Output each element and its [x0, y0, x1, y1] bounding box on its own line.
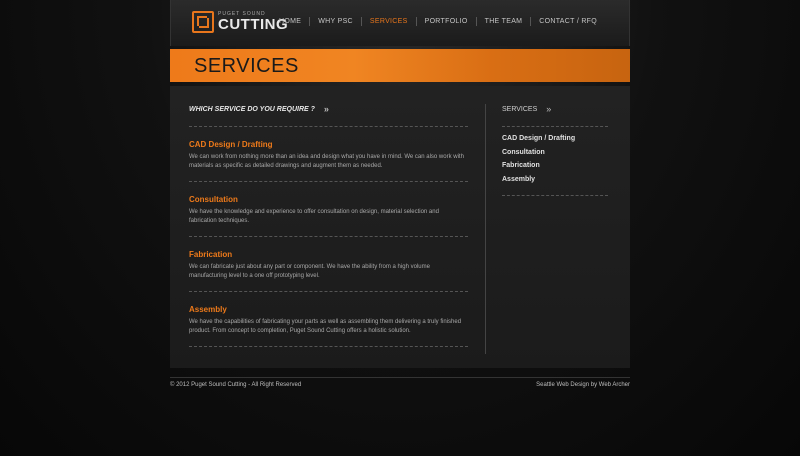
sidebar-item-cad-design[interactable]: CAD Design / Drafting [502, 135, 608, 149]
sidebar-item-fabrication[interactable]: Fabrication [502, 162, 608, 176]
sidebar-item-assembly[interactable]: Assembly [502, 176, 608, 190]
footer-credit-link[interactable]: Seattle Web Design by Web Archer [536, 382, 630, 388]
double-chevron-icon: » [546, 104, 552, 114]
nav-services[interactable]: SERVICES [360, 17, 416, 26]
content-panel: WHICH SERVICE DO YOU REQUIRE ? » CAD Des… [170, 86, 630, 368]
divider [502, 195, 608, 196]
nav-contact-rfq[interactable]: CONTACT / RFQ [530, 17, 605, 26]
service-description: We have the capabilities of fabricating … [189, 319, 462, 334]
sidebar: SERVICES » CAD Design / Drafting Consult… [502, 104, 608, 196]
service-description: We have the knowledge and experience to … [189, 209, 439, 224]
sidebar-item-consultation[interactable]: Consultation [502, 149, 608, 163]
service-title: Consultation [189, 195, 238, 204]
footer-divider [170, 377, 630, 378]
nav-why-psc[interactable]: WHY PSC [309, 17, 361, 26]
service-title: Fabrication [189, 250, 233, 259]
divider [189, 346, 468, 347]
service-title: CAD Design / Drafting [189, 140, 273, 149]
logo-mark-icon [192, 11, 214, 33]
page-title: SERVICES [194, 55, 299, 77]
sidebar-list: CAD Design / Drafting Consultation Fabri… [502, 127, 608, 195]
services-list: CAD Design / Drafting We can work from n… [189, 127, 468, 347]
sidebar-heading: SERVICES » [502, 104, 608, 114]
column-divider [485, 104, 486, 354]
main-column: WHICH SERVICE DO YOU REQUIRE ? » CAD Des… [189, 104, 468, 347]
footer-copyright: © 2012 Puget Sound Cutting - All Right R… [170, 382, 302, 388]
page-banner: SERVICES [170, 49, 630, 82]
service-item: CAD Design / Drafting We can work from n… [189, 127, 468, 181]
main-nav: HOME WHY PSC SERVICES PORTFOLIO THE TEAM… [271, 17, 605, 26]
service-description: We can work from nothing more than an id… [189, 154, 464, 169]
double-chevron-icon: » [323, 104, 329, 114]
service-item: Fabrication We can fabricate just about … [189, 237, 468, 291]
sidebar-heading-text: SERVICES [502, 105, 538, 113]
site-header: PUGET SOUND CUTTING HOME WHY PSC SERVICE… [170, 0, 630, 46]
nav-the-team[interactable]: THE TEAM [475, 17, 531, 26]
nav-portfolio[interactable]: PORTFOLIO [415, 17, 476, 26]
section-heading: WHICH SERVICE DO YOU REQUIRE ? » [189, 104, 468, 114]
service-item: Consultation We have the knowledge and e… [189, 182, 468, 236]
section-heading-text: WHICH SERVICE DO YOU REQUIRE ? [189, 105, 315, 113]
service-title: Assembly [189, 305, 227, 314]
service-item: Assembly We have the capabilities of fab… [189, 292, 468, 346]
nav-home[interactable]: HOME [271, 17, 309, 26]
service-description: We can fabricate just about any part or … [189, 264, 430, 279]
